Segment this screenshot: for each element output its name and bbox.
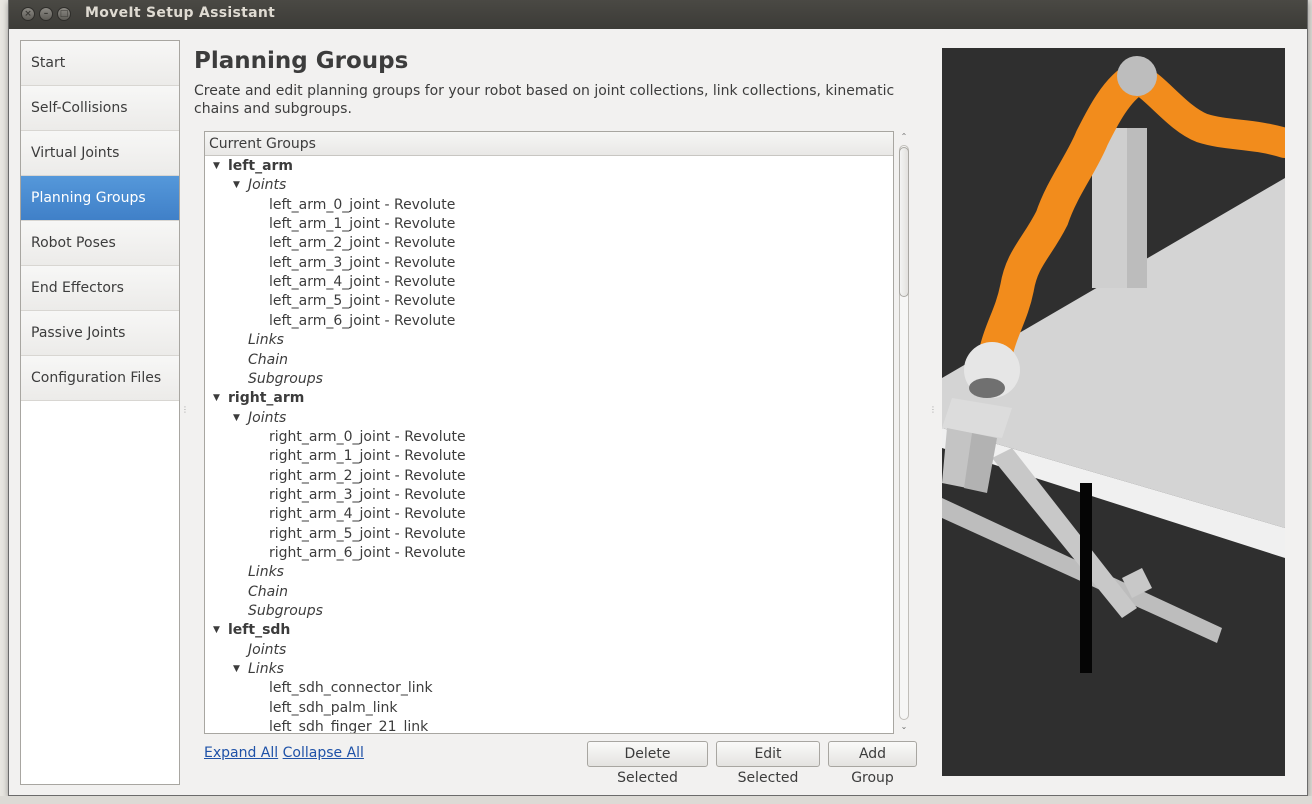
page-title: Planning Groups [194,48,409,74]
expand-arrow-icon[interactable]: ▼ [213,625,223,635]
tree-item-label: right_arm_6_joint - Revolute [269,545,466,561]
add-group-button[interactable]: Add Group [828,741,917,786]
robot-3d-viewport[interactable] [942,48,1285,776]
tree-item-label: right_arm_1_joint - Revolute [269,448,466,465]
tree-item-label: right_arm_2_joint - Revolute [269,467,466,484]
scroll-up-icon[interactable]: ⌃ [899,131,909,143]
tree-item-label: Joints [248,641,287,658]
tree-item-label: left_arm [228,158,294,174]
sidebar-nav: Start Self-Collisions Virtual Joints Pla… [20,40,180,785]
tree-item-label: Chain [248,583,288,600]
tree-item-label: Subgroups [248,603,323,620]
edit-selected-button[interactable]: Edit Selected [716,741,820,786]
sidebar-item-passive-joints[interactable]: Passive Joints [21,311,179,356]
robot-column-shade [1127,128,1147,288]
tree-item-label: Links [248,661,284,678]
close-icon[interactable]: × [21,7,35,21]
delete-selected-button[interactable]: Delete Selected [587,741,708,786]
tree-item-label: left_sdh_connector_link [269,680,433,697]
sidebar-item-configuration-files[interactable]: Configuration Files [21,356,179,401]
tree-item-label: left_sdh_finger_21_link [269,719,429,733]
tree-body[interactable]: ▼ left_arm ▼ Joints left_arm_0_joint - Revol… [205,156,893,733]
tree-item-label: left_sdh [228,622,291,639]
tree-item-label: left_arm_0_joint - Revolute [269,196,456,213]
tree-item-label: left_sdh_palm_link [269,699,398,716]
expand-all-link[interactable]: Expand All [204,745,278,761]
scroll-down-icon[interactable]: ⌄ [899,721,909,733]
tree-item-label: Joints [248,409,287,426]
tree-item-label: left_arm_2_joint - Revolute [269,235,456,252]
expand-arrow-icon[interactable]: ▼ [233,413,243,423]
tree-item-label: Links [248,332,284,349]
sidebar-item-planning-groups[interactable]: Planning Groups [21,176,179,221]
sidebar-item-start[interactable]: Start [21,41,179,86]
sidebar-item-self-collisions[interactable]: Self-Collisions [21,86,179,131]
splitter-handle-right[interactable]: ⋮ [929,405,937,415]
tree-item-label: Links [248,564,284,581]
shoulder-joint [1117,56,1157,96]
right-arm-link [1122,63,1285,158]
window-title: MoveIt Setup Assistant [85,5,276,21]
tree-item-label: Joints [248,177,287,194]
tree-item-label: left_arm_6_joint - Revolute [269,312,456,329]
expand-arrow-icon[interactable]: ▼ [213,393,223,403]
tree-item-label: Chain [248,351,288,368]
splitter-handle-left[interactable]: ⋮ [181,405,189,415]
tree-item-label: left_arm_5_joint - Revolute [269,293,456,310]
sidebar-item-virtual-joints[interactable]: Virtual Joints [21,131,179,176]
bottom-edge [0,796,1312,804]
page-description: Create and edit planning groups for your… [194,83,895,117]
tree-item-label: right_arm_3_joint - Revolute [269,486,466,503]
tree-item-label: left_arm_3_joint - Revolute [269,254,456,271]
main-content: Planning Groups Create and edit planning… [194,40,917,790]
tree-item-label: left_arm_1_joint - Revolute [269,216,456,233]
tree-item-label: right_arm [228,390,305,407]
sidebar-item-robot-poses[interactable]: Robot Poses [21,221,179,266]
tree-scrollbar[interactable]: ⌃ ⌄ [897,131,911,734]
expand-arrow-icon[interactable]: ▼ [233,664,243,674]
expand-arrow-icon[interactable]: ▼ [233,180,243,190]
wrist-flange [969,378,1005,398]
main-window: × – □ MoveIt Setup Assistant Start Self-… [8,0,1308,796]
tree-item-label: right_arm_4_joint - Revolute [269,506,466,523]
minimize-icon[interactable]: – [39,7,53,21]
tree-column-header: Current Groups [205,132,893,156]
table-leg [1080,483,1092,673]
maximize-icon[interactable]: □ [57,7,71,21]
expand-arrow-icon[interactable]: ▼ [213,161,223,171]
collapse-all-link[interactable]: Collapse All [283,745,364,761]
tree-item-label: right_arm_0_joint - Revolute [269,428,466,445]
sidebar-item-end-effectors[interactable]: End Effectors [21,266,179,311]
tree-item-label: left_arm_4_joint - Revolute [269,274,456,291]
expand-collapse-links: Expand All Collapse All [204,745,364,761]
scrollbar-thumb[interactable] [899,147,909,297]
tree-item-label: right_arm_5_joint - Revolute [269,525,466,542]
groups-tree[interactable]: Current Groups ▼ left_arm ▼ Joints left_arm_… [204,131,894,734]
robot-scene [942,56,1285,673]
tree-item-label: Subgroups [248,370,323,387]
title-bar: × – □ MoveIt Setup Assistant [9,0,1307,29]
